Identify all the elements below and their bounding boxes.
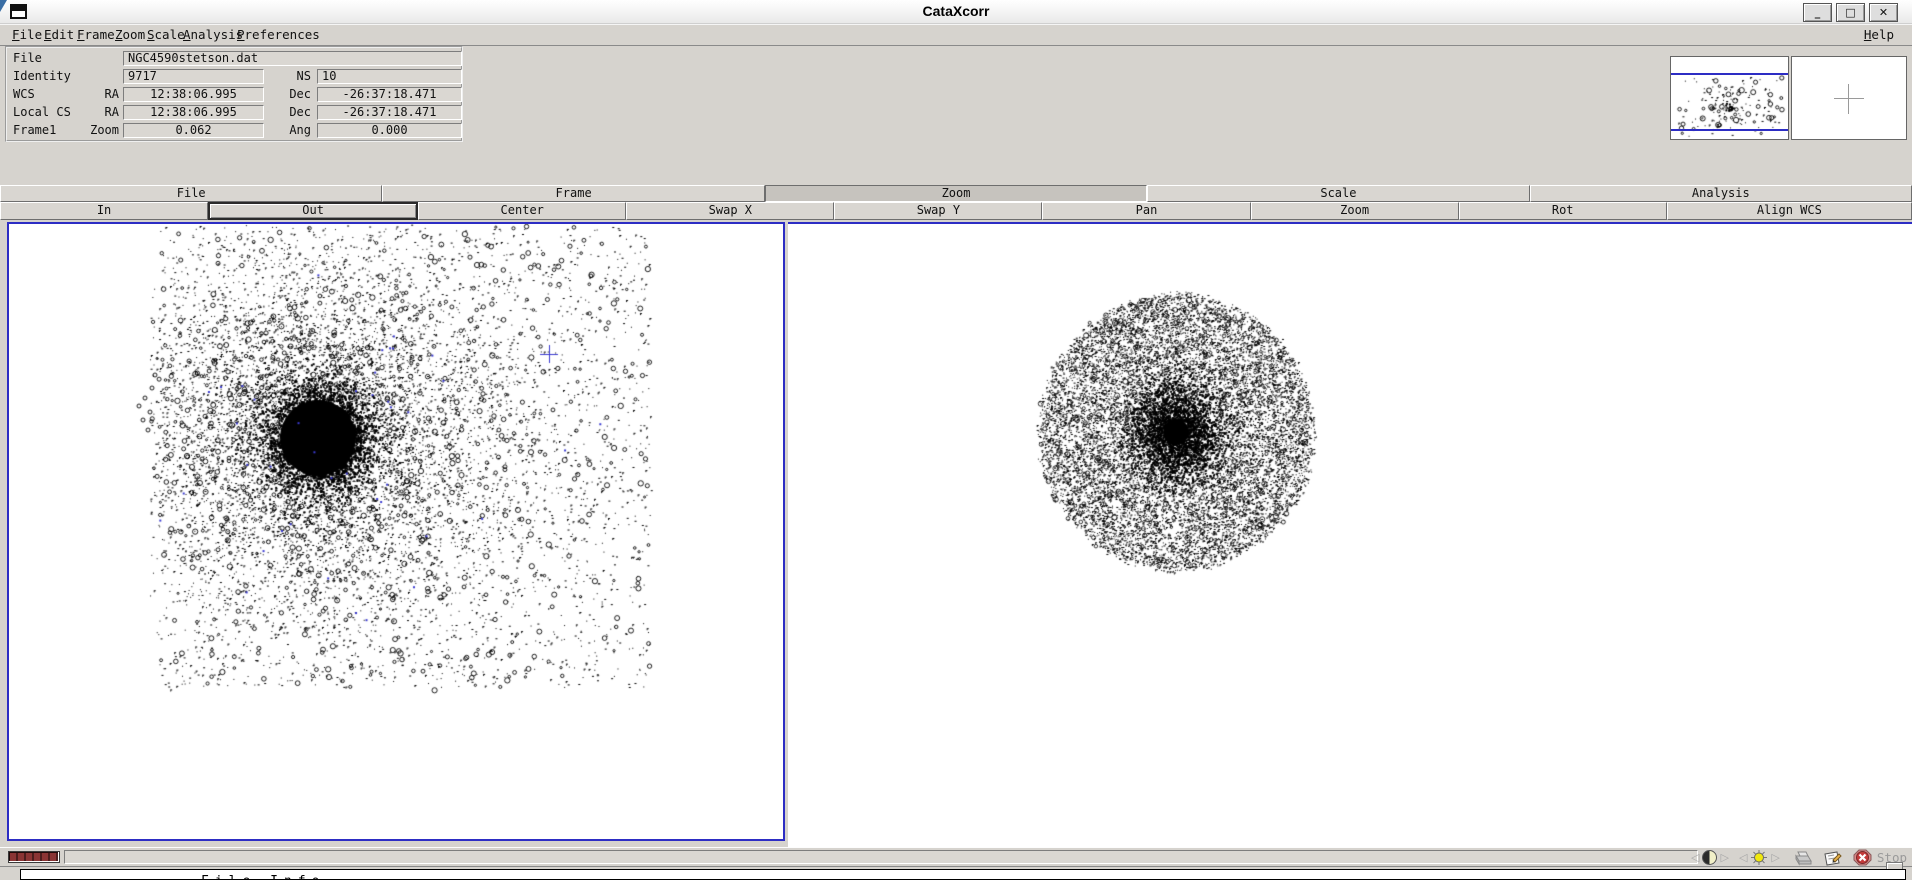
- wcs-ra-field[interactable]: 12:38:06.995: [123, 87, 264, 102]
- button-align-wcs[interactable]: Align WCS: [1667, 202, 1912, 220]
- info-panel: File NGC4590stetson.dat Identity 9717 NS…: [5, 46, 463, 142]
- progress-fill: [10, 853, 58, 861]
- file-field[interactable]: NGC4590stetson.dat: [123, 51, 462, 66]
- tab-scale[interactable]: Scale: [1147, 185, 1529, 202]
- catalog-view-left[interactable]: [7, 222, 785, 841]
- frame1-label: Frame1: [13, 123, 56, 138]
- crosshair-icon: [1834, 98, 1864, 99]
- localcs-dec-label: Dec: [273, 105, 311, 120]
- localcs-ra-field[interactable]: 12:38:06.995: [123, 105, 264, 120]
- wcs-label: WCS: [13, 87, 35, 102]
- menu-edit[interactable]: Edit: [44, 27, 74, 42]
- menu-file[interactable]: File: [12, 27, 42, 42]
- maximize-icon: □: [1845, 8, 1855, 18]
- frame1-ang-label: Ang: [273, 123, 311, 138]
- window-title: CataXcorr: [0, 3, 1912, 19]
- tab-zoom[interactable]: Zoom: [765, 185, 1147, 202]
- menu-analysis[interactable]: Analysis: [183, 27, 243, 42]
- button-pan[interactable]: Pan: [1042, 202, 1250, 220]
- menu-bar: File Edit Frame Zoom Scale Analysis Pref…: [0, 24, 1912, 46]
- contrast-prev-icon[interactable]: ◁: [1691, 851, 1699, 865]
- tab-frame[interactable]: Frame: [382, 185, 764, 202]
- button-center[interactable]: Center: [418, 202, 626, 220]
- tab-analysis[interactable]: Analysis: [1530, 185, 1912, 202]
- close-button[interactable]: ✕: [1869, 3, 1898, 22]
- minimize-icon: _: [1815, 8, 1821, 18]
- frame1-zoom-label: Zoom: [63, 123, 119, 138]
- brightness-next-icon[interactable]: ▷: [1771, 851, 1779, 865]
- bottom-partial-text: File Info: [201, 874, 325, 880]
- left-starfield-canvas: [9, 224, 783, 839]
- brightness-icon[interactable]: [1750, 849, 1768, 866]
- right-starfield-canvas: [788, 224, 1912, 847]
- menu-preferences[interactable]: Preferences: [237, 27, 320, 42]
- stop-icon[interactable]: [1853, 849, 1872, 866]
- identity-field[interactable]: 9717: [123, 69, 264, 84]
- wcs-dec-field[interactable]: -26:37:18.471: [317, 87, 462, 102]
- wcs-dec-label: Dec: [273, 87, 311, 102]
- frame1-ang-field[interactable]: 0.000: [317, 123, 462, 138]
- viewport-indicator-top: [1671, 73, 1788, 75]
- window-controls: _ □ ✕: [1803, 3, 1898, 22]
- mode-tab-row: File Frame Zoom Scale Analysis: [0, 185, 1912, 202]
- button-in[interactable]: In: [0, 202, 208, 220]
- button-out[interactable]: Out: [208, 202, 418, 220]
- notes-icon[interactable]: [1822, 850, 1842, 866]
- contrast-icon[interactable]: [1702, 850, 1717, 865]
- button-zoom[interactable]: Zoom: [1251, 202, 1459, 220]
- info-row-localcs: Local CS RA 12:38:06.995 Dec -26:37:18.4…: [7, 105, 461, 121]
- contrast-next-icon[interactable]: ▷: [1720, 851, 1728, 865]
- overview-starfield-canvas: [1671, 57, 1788, 139]
- printer-icon[interactable]: [1792, 850, 1812, 866]
- maximize-button[interactable]: □: [1836, 3, 1865, 22]
- frame1-zoom-field[interactable]: 0.062: [123, 123, 264, 138]
- empty-thumbnail[interactable]: [1791, 56, 1907, 140]
- status-bar: ◁ ▷ ◁ ▷: [0, 847, 1912, 867]
- crosshair-icon: [1848, 84, 1849, 114]
- menu-help[interactable]: Help: [1864, 27, 1894, 42]
- zoom-toolbar: In Out Center Swap X Swap Y Pan Zoom Rot…: [0, 202, 1912, 220]
- menu-scale[interactable]: Scale: [147, 27, 185, 42]
- button-swap-y[interactable]: Swap Y: [834, 202, 1042, 220]
- brightness-prev-icon[interactable]: ◁: [1739, 851, 1747, 865]
- status-message-field: [64, 850, 1698, 864]
- pane-sash: [0, 866, 1912, 867]
- progress-bar: [8, 851, 60, 863]
- ns-field[interactable]: 10: [317, 69, 462, 84]
- minimize-button[interactable]: _: [1803, 3, 1832, 22]
- catalog-view-right[interactable]: [788, 222, 1912, 847]
- bottom-partial-window: File Info: [20, 869, 1906, 880]
- info-row-frame1: Frame1 Zoom 0.062 Ang 0.000: [7, 123, 461, 139]
- localcs-dec-field[interactable]: -26:37:18.471: [317, 105, 462, 120]
- menu-zoom[interactable]: Zoom: [115, 27, 145, 42]
- identity-label: Identity: [13, 69, 71, 84]
- status-icon-group: ◁ ▷ ◁ ▷: [1691, 849, 1907, 866]
- button-swap-x[interactable]: Swap X: [626, 202, 834, 220]
- button-rot[interactable]: Rot: [1459, 202, 1667, 220]
- localcs-ra-label: RA: [63, 105, 119, 120]
- overview-thumbnail[interactable]: [1670, 56, 1789, 140]
- info-row-file: File NGC4590stetson.dat: [7, 51, 461, 67]
- viewport-indicator-bottom: [1671, 129, 1788, 131]
- tab-file[interactable]: File: [0, 185, 382, 202]
- title-bar: CataXcorr _ □ ✕: [0, 0, 1912, 24]
- wcs-ra-label: RA: [63, 87, 119, 102]
- menu-frame[interactable]: Frame: [77, 27, 115, 42]
- close-icon: ✕: [1879, 8, 1888, 18]
- info-row-wcs: WCS RA 12:38:06.995 Dec -26:37:18.471: [7, 87, 461, 103]
- file-label: File: [13, 51, 42, 66]
- info-row-identity: Identity 9717 NS 10: [7, 69, 461, 85]
- ns-label: NS: [273, 69, 311, 84]
